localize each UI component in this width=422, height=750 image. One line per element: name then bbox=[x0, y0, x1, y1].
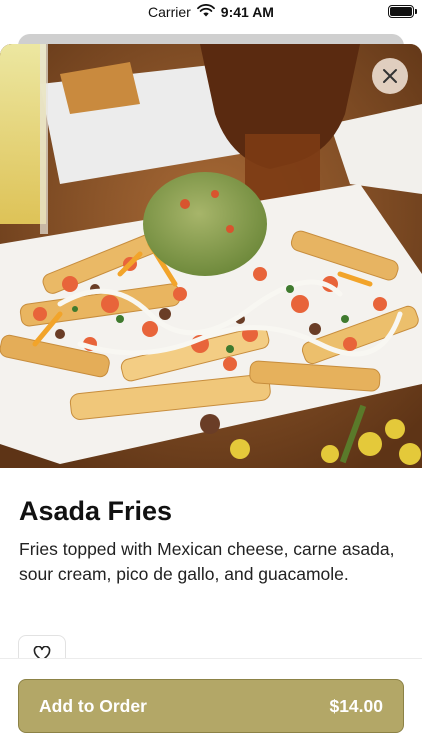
item-detail-screen: Carrier 9:41 AM Asada Fries Fries topped… bbox=[0, 0, 422, 750]
order-price: $14.00 bbox=[329, 695, 383, 716]
status-time: 9:41 AM bbox=[220, 4, 274, 20]
close-button[interactable] bbox=[372, 58, 408, 94]
wifi-icon bbox=[196, 4, 215, 20]
item-description: Fries topped with Mexican cheese, carne … bbox=[19, 539, 395, 584]
item-title: Asada Fries bbox=[19, 496, 173, 526]
battery-level bbox=[390, 7, 412, 16]
carrier-label: Carrier bbox=[148, 4, 191, 20]
order-footer: Add to Order $14.00 bbox=[0, 658, 422, 750]
status-bar: Carrier 9:41 AM bbox=[0, 0, 422, 24]
battery-icon bbox=[388, 5, 417, 18]
add-to-order-label: Add to Order bbox=[39, 695, 147, 716]
battery-tip bbox=[415, 9, 417, 14]
food-photo bbox=[0, 44, 422, 468]
add-to-order-button[interactable]: Add to Order $14.00 bbox=[18, 679, 404, 733]
status-center: Carrier 9:41 AM bbox=[148, 4, 274, 20]
close-icon bbox=[383, 69, 397, 83]
